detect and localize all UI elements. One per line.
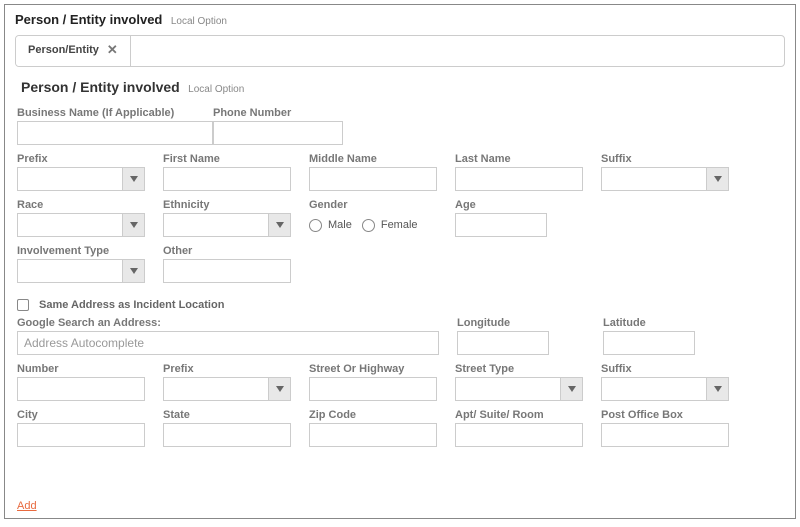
involvement-type-select[interactable] [17,259,145,283]
street-type-select[interactable] [455,377,583,401]
same-address-checkbox[interactable] [17,299,29,311]
label-female: Female [381,219,418,231]
state-input[interactable] [163,423,291,447]
label-state: State [163,409,291,421]
apt-input[interactable] [455,423,583,447]
add-link[interactable]: Add [17,500,37,512]
close-icon[interactable]: ✕ [107,42,118,58]
label-age: Age [455,199,547,211]
addr-suffix-select[interactable] [601,377,729,401]
label-apt: Apt/ Suite/ Room [455,409,583,421]
longitude-input[interactable] [457,331,549,355]
label-street-or-highway: Street Or Highway [309,363,437,375]
chevron-down-icon [122,168,144,190]
label-street-type: Street Type [455,363,583,375]
phone-input[interactable] [213,121,343,145]
business-name-input[interactable] [17,121,213,145]
tab-person-entity[interactable]: Person/Entity ✕ [16,35,131,66]
latitude-input[interactable] [603,331,695,355]
label-zip: Zip Code [309,409,437,421]
label-male: Male [328,219,352,231]
chevron-down-icon [122,214,144,236]
addr-prefix-select[interactable] [163,377,291,401]
ethnicity-select[interactable] [163,213,291,237]
label-addr-suffix: Suffix [601,363,729,375]
other-input[interactable] [163,259,291,283]
label-number: Number [17,363,145,375]
first-name-input[interactable] [163,167,291,191]
suffix-select[interactable] [601,167,729,191]
chevron-down-icon [560,378,582,400]
same-address-row: Same Address as Incident Location [17,299,783,311]
middle-name-input[interactable] [309,167,437,191]
label-po-box: Post Office Box [601,409,729,421]
race-select[interactable] [17,213,145,237]
prefix-select[interactable] [17,167,145,191]
inner-subtitle: Local Option [188,84,244,95]
form-area: Business Name (If Applicable) Phone Numb… [15,101,785,447]
label-race: Race [17,199,145,211]
label-middle-name: Middle Name [309,153,437,165]
number-input[interactable] [17,377,145,401]
tab-bar: Person/Entity ✕ [15,35,785,67]
tab-label: Person/Entity [28,44,99,56]
label-prefix: Prefix [17,153,145,165]
address-autocomplete-input[interactable] [17,331,439,355]
gender-radio-group: Male Female [309,213,437,237]
chevron-down-icon [268,378,290,400]
label-city: City [17,409,145,421]
label-same-address: Same Address as Incident Location [39,299,224,311]
age-input[interactable] [455,213,547,237]
label-other: Other [163,245,291,257]
label-business-name: Business Name (If Applicable) [17,107,213,119]
chevron-down-icon [706,168,728,190]
chevron-down-icon [268,214,290,236]
gender-male-radio[interactable] [309,219,322,232]
gender-female-radio[interactable] [362,219,375,232]
label-gender: Gender [309,199,437,211]
label-first-name: First Name [163,153,291,165]
label-involvement-type: Involvement Type [17,245,145,257]
label-latitude: Latitude [603,317,731,329]
section-title: Person / Entity involved [15,12,162,27]
chevron-down-icon [122,260,144,282]
label-phone: Phone Number [213,107,343,119]
person-entity-panel: Person / Entity involved Local Option Pe… [4,4,796,519]
label-longitude: Longitude [457,317,585,329]
label-last-name: Last Name [455,153,583,165]
section-subtitle: Local Option [171,16,227,27]
city-input[interactable] [17,423,145,447]
section-header: Person / Entity involved Local Option [15,11,785,29]
po-box-input[interactable] [601,423,729,447]
chevron-down-icon [706,378,728,400]
label-google-search: Google Search an Address: [17,317,439,329]
street-or-highway-input[interactable] [309,377,437,401]
label-suffix: Suffix [601,153,729,165]
zip-input[interactable] [309,423,437,447]
inner-header: Person / Entity involved Local Option [21,79,785,97]
label-ethnicity: Ethnicity [163,199,291,211]
inner-title: Person / Entity involved [21,79,180,95]
last-name-input[interactable] [455,167,583,191]
label-addr-prefix: Prefix [163,363,291,375]
